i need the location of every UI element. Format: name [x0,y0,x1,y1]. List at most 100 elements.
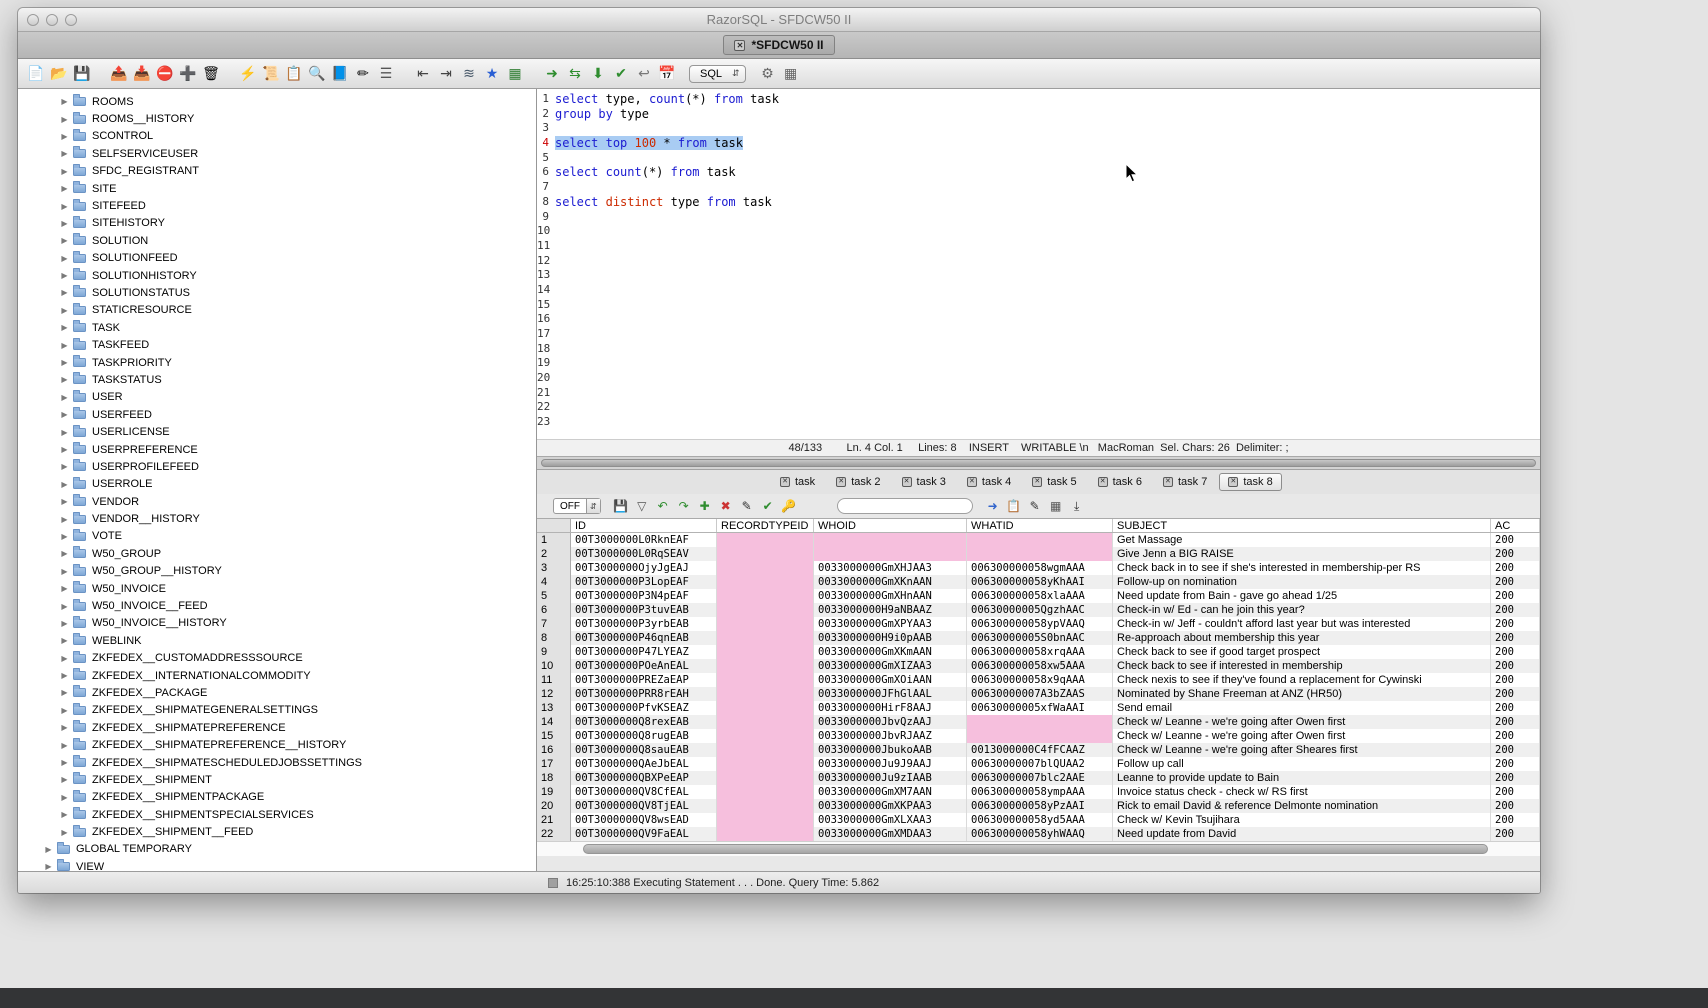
cell-whatid[interactable]: 006300000058xrqAAA [967,645,1113,659]
cell-whatid[interactable]: 00630000007blc2AAE [967,771,1113,785]
document-tab[interactable]: ✕ *SFDCW50 II [723,35,834,55]
cell-subject[interactable]: Leanne to provide update to Bain [1113,771,1491,785]
apply-filter-icon[interactable]: ➜ [984,497,1002,515]
cell-id[interactable]: 00T3000000P46qnEAB [571,631,717,645]
open-file-icon[interactable]: 📂 [49,63,69,84]
cell-subject[interactable]: Check back to see if good target prospec… [1113,645,1491,659]
tree-item-userlicense[interactable]: ▶USERLICENSE [18,423,536,440]
table-row[interactable]: 2200T3000000QV9FaEAL0033000000GmXMDAA300… [537,827,1540,841]
cell-recordtypeid[interactable] [717,659,814,673]
table-row[interactable]: 400T3000000P3LopEAF0033000000GmXKnAAN006… [537,575,1540,589]
hscrollbar-thumb[interactable] [583,844,1488,854]
table-row[interactable]: 1200T3000000PRR8rEAH0033000000JFhGlAAL00… [537,687,1540,701]
cell-recordtypeid[interactable] [717,575,814,589]
cell-id[interactable]: 00T3000000QV8TjEAL [571,799,717,813]
close-tab-icon[interactable]: ✕ [780,477,790,487]
tree-item-user[interactable]: ▶USER [18,389,536,406]
cell-recordtypeid[interactable] [717,631,814,645]
cell-subject[interactable]: Re-approach about membership this year [1113,631,1491,645]
editor-line[interactable]: 21 [537,386,1540,401]
disconnect-icon[interactable]: ⛔ [155,63,175,84]
tree-item-selfserviceuser[interactable]: ▶SELFSERVICEUSER [18,145,536,162]
tree-item-w50-invoice[interactable]: ▶W50_INVOICE [18,580,536,597]
cell-recordtypeid[interactable] [717,729,814,743]
tree-item-zkfedex-shipmategeneralsettings[interactable]: ▶ZKFEDEX__SHIPMATEGENERALSETTINGS [18,702,536,719]
undo-icon[interactable]: ↶ [654,497,672,515]
cell-ac[interactable]: 200 [1491,575,1540,589]
cell-ac[interactable]: 200 [1491,827,1540,841]
copy-results-icon[interactable]: 📋 [1005,497,1023,515]
tree-item-zkfedex-shipment[interactable]: ▶ZKFEDEX__SHIPMENT [18,771,536,788]
result-tab-task-2[interactable]: ✕task 2 [827,473,889,491]
row-limit-select[interactable]: OFF ⇵ [553,498,601,514]
table-tools-icon[interactable]: ▦ [505,63,525,84]
tree-item-sfdc-registrant[interactable]: ▶SFDC_REGISTRANT [18,163,536,180]
cell-recordtypeid[interactable] [717,673,814,687]
disclosure-triangle-icon[interactable]: ▶ [58,358,71,367]
table-row[interactable]: 1600T3000000Q8sauEAB0033000000JbukoAAB00… [537,743,1540,757]
cell-id[interactable]: 00T3000000QV8CfEAL [571,785,717,799]
cell-subject[interactable]: Check-in w/ Jeff - couldn't afford last … [1113,617,1491,631]
tree-item-rooms-history[interactable]: ▶ROOMS__HISTORY [18,110,536,127]
tree-item-staticresource[interactable]: ▶STATICRESOURCE [18,302,536,319]
cell-whatid[interactable] [967,729,1113,743]
grid-view-icon[interactable]: ▦ [1047,497,1065,515]
cell-whoid[interactable]: 0033000000GmXKmAAN [814,645,967,659]
table-row[interactable]: 1500T3000000Q8rugEAB0033000000JbvRJAAZCh… [537,729,1540,743]
tree-item-solutionstatus[interactable]: ▶SOLUTIONSTATUS [18,284,536,301]
cell-recordtypeid[interactable] [717,813,814,827]
cell-id[interactable]: 00T3000000PREZaEAP [571,673,717,687]
cell-ac[interactable]: 200 [1491,743,1540,757]
tree-item-w50-group-history[interactable]: ▶W50_GROUP__HISTORY [18,563,536,580]
cell-subject[interactable]: Check nexis to see if they've found a re… [1113,673,1491,687]
cell-whoid[interactable]: 0033000000GmXMDAA3 [814,827,967,841]
disclosure-triangle-icon[interactable]: ▶ [58,219,71,228]
fetch-icon[interactable]: ⬇ [588,63,608,84]
export-file-icon[interactable]: 📤 [109,63,129,84]
cell-recordtypeid[interactable] [717,799,814,813]
result-tab-task[interactable]: ✕task [771,473,824,491]
editor-line[interactable]: 16 [537,312,1540,327]
cell-ac[interactable]: 200 [1491,617,1540,631]
cell-ac[interactable]: 200 [1491,589,1540,603]
execute-sql-icon[interactable]: ⚡ [238,63,258,84]
cell-whoid[interactable]: 0033000000GmXIZAA3 [814,659,967,673]
tree-item-global-temporary[interactable]: ▶GLOBAL TEMPORARY [18,841,536,858]
tree-item-rooms[interactable]: ▶ROOMS [18,93,536,110]
cell-whatid[interactable]: 006300000058xlaAAA [967,589,1113,603]
insert-row-icon[interactable]: ✚ [696,497,714,515]
cell-ac[interactable]: 200 [1491,771,1540,785]
editor-line[interactable]: 20 [537,371,1540,386]
tree-item-taskpriority[interactable]: ▶TASKPRIORITY [18,354,536,371]
disclosure-triangle-icon[interactable]: ▶ [58,306,71,315]
disclosure-triangle-icon[interactable]: ▶ [58,271,71,280]
tree-item-zkfedex-shipment-feed[interactable]: ▶ZKFEDEX__SHIPMENT__FEED [18,823,536,840]
cell-whoid[interactable]: 0033000000GmXHnAAN [814,589,967,603]
cell-id[interactable]: 00T3000000L0RknEAF [571,533,717,547]
editor-line[interactable]: 5 [537,151,1540,166]
rollback-icon[interactable]: ↩ [634,63,654,84]
cell-id[interactable]: 00T3000000P3N4pEAF [571,589,717,603]
cell-id[interactable]: 00T3000000Q8rexEAB [571,715,717,729]
splitter-handle[interactable] [537,456,1540,470]
cell-recordtypeid[interactable] [717,687,814,701]
editor-line[interactable]: 17 [537,327,1540,342]
cell-whoid[interactable]: 0033000000GmXKnAAN [814,575,967,589]
shift-right-icon[interactable]: ⇥ [436,63,456,84]
disclosure-triangle-icon[interactable]: ▶ [58,480,71,489]
disclosure-triangle-icon[interactable]: ▶ [58,410,71,419]
editor-line[interactable]: 13 [537,268,1540,283]
editor-line[interactable]: 18 [537,342,1540,357]
editor-line[interactable]: 4select top 100 * from task [537,136,1540,151]
cell-whoid[interactable]: 0033000000JFhGlAAL [814,687,967,701]
cell-whoid[interactable]: 0033000000GmXOiAAN [814,673,967,687]
cell-whoid[interactable] [814,533,967,547]
tree-item-solutionhistory[interactable]: ▶SOLUTIONHISTORY [18,267,536,284]
cell-ac[interactable]: 200 [1491,715,1540,729]
editor-line[interactable]: 12 [537,254,1540,269]
tree-item-userpreference[interactable]: ▶USERPREFERENCE [18,441,536,458]
cell-subject[interactable]: Check w/ Leanne - we're going after Owen… [1113,729,1491,743]
cell-recordtypeid[interactable] [717,701,814,715]
cell-whoid[interactable]: 0033000000GmXKPAA3 [814,799,967,813]
column-header-id[interactable]: ID [571,519,717,532]
